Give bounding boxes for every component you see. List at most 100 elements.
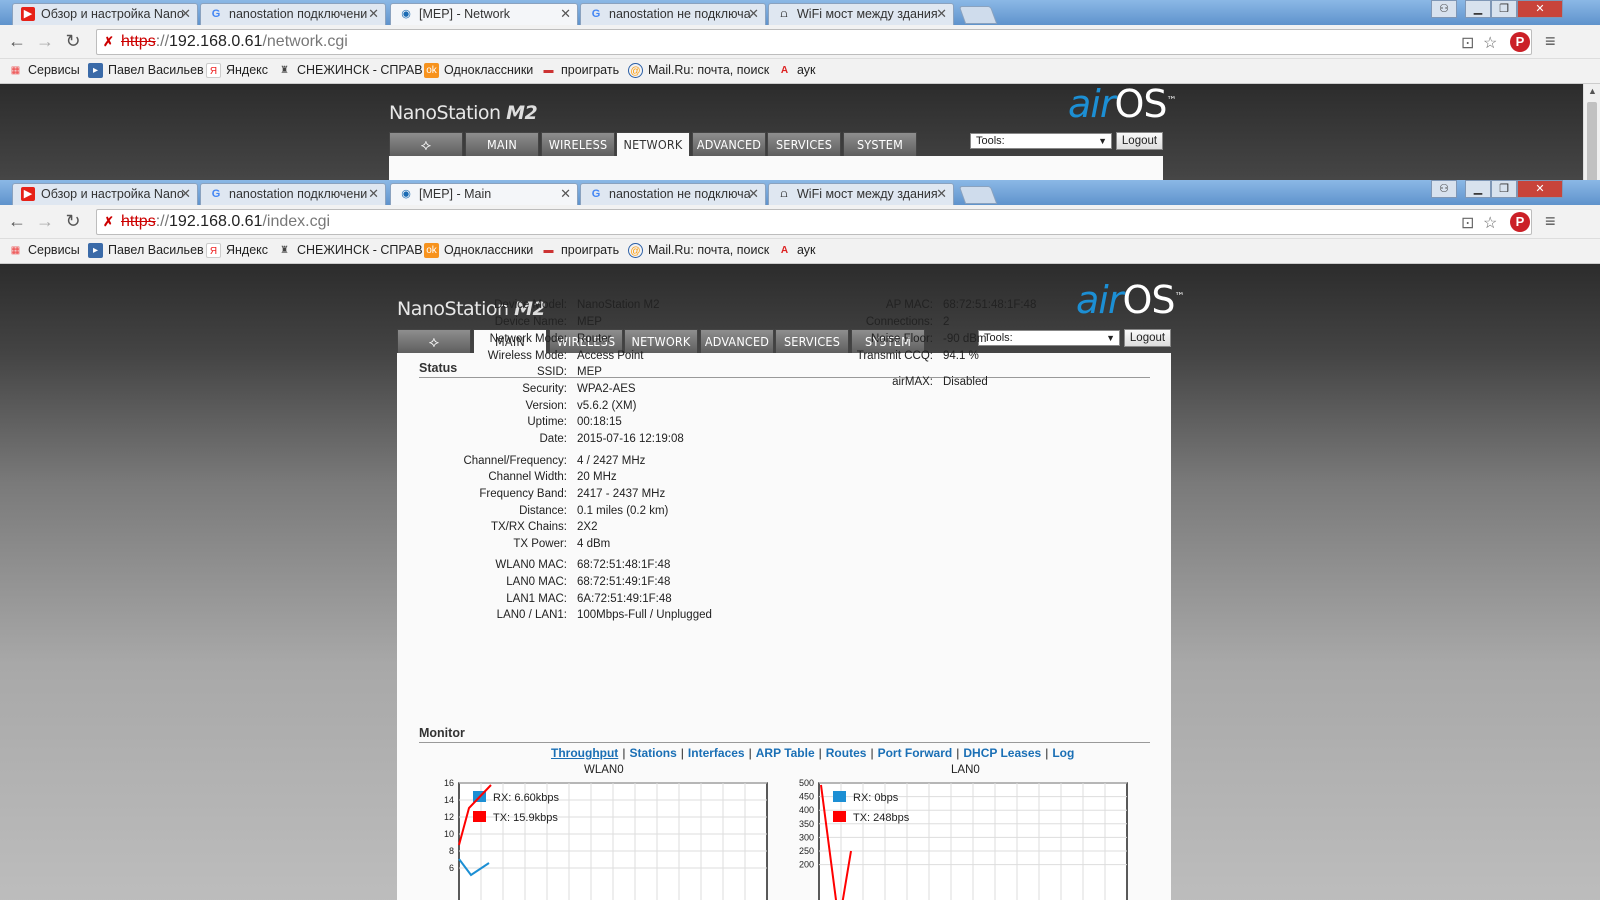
user-icon[interactable]: ⚇ xyxy=(1431,180,1457,198)
bookmarks-bar: ▦ Сервисы ▸ Павел Васильев Я Яндекс ♜ СНЕЖИН… xyxy=(0,239,1600,264)
browser-tab-google-1[interactable]: G nanostation подключени ✕ xyxy=(200,183,386,205)
bookmark-auk[interactable]: Aаук xyxy=(777,63,816,77)
pinterest-icon[interactable]: P xyxy=(1510,32,1530,52)
yandex-icon: Я xyxy=(206,63,221,78)
close-icon[interactable]: ✕ xyxy=(748,6,759,22)
bookmark-odnoklassniki[interactable]: ok Одноклассники xyxy=(424,63,533,78)
menu-icon[interactable]: ≡ xyxy=(1545,31,1556,52)
browser-tab-youtube[interactable]: ▶ Обзор и настройка Nano ✕ xyxy=(12,3,198,25)
airos-page-main: NanoStation M2 airOS™ ⟡ MAIN WIRELESS NE… xyxy=(0,264,1600,900)
airos-logo: airOS™ xyxy=(1068,82,1177,126)
star-icon[interactable]: ☆ xyxy=(1483,33,1497,53)
browser-tab-wifi-bridge[interactable]: ⩍ WiFi мост между здания ✕ xyxy=(768,183,954,205)
close-icon[interactable]: ✕ xyxy=(180,6,191,22)
page-scrollbar[interactable]: ▲ xyxy=(1583,84,1600,180)
monitor-link-log[interactable]: Log xyxy=(1052,746,1074,760)
restore-icon[interactable]: ❐ xyxy=(1491,180,1517,198)
bookmark-yandex[interactable]: Я Яндекс xyxy=(206,243,268,258)
status-label: TX Power: xyxy=(513,538,567,550)
monitor-link-dhcp-leases[interactable]: DHCP Leases xyxy=(963,746,1041,760)
minimize-icon[interactable]: ▁ xyxy=(1465,0,1491,18)
ubiquiti-logo-tab[interactable]: ⟡ xyxy=(389,132,463,156)
bookmark-mailru[interactable]: @ Mail.Ru: почта, поиск xyxy=(628,63,769,78)
nav-tab-network[interactable]: NETWORK xyxy=(616,132,690,158)
scroll-thumb[interactable] xyxy=(1587,102,1597,180)
monitor-link-throughput[interactable]: Throughput xyxy=(551,746,618,760)
tab-title: nanostation подключени xyxy=(229,187,368,201)
new-tab-button[interactable] xyxy=(958,6,998,24)
close-icon[interactable]: ✕ xyxy=(560,186,571,202)
back-icon[interactable]: ← xyxy=(6,31,28,52)
monitor-link-arp-table[interactable]: ARP Table xyxy=(756,746,815,760)
close-icon[interactable]: ✕ xyxy=(368,186,379,202)
back-icon[interactable]: ← xyxy=(6,211,28,232)
nav-tab-main[interactable]: MAIN xyxy=(465,132,539,156)
close-window-icon[interactable]: ✕ xyxy=(1517,0,1563,18)
bookmark-odnoklassniki[interactable]: ok Одноклассники xyxy=(424,243,533,258)
scroll-up-icon[interactable]: ▲ xyxy=(1588,86,1597,96)
link-separator: | xyxy=(956,746,960,760)
monitor-link-routes[interactable]: Routes xyxy=(826,746,867,760)
link-separator: | xyxy=(680,746,684,760)
bookmark-mailru[interactable]: @ Mail.Ru: почта, поиск xyxy=(628,243,769,258)
browser-tab-wifi-bridge[interactable]: ⩍ WiFi мост между здания ✕ xyxy=(768,3,954,25)
logout-button[interactable]: Logout xyxy=(1124,329,1171,347)
address-bar[interactable]: ✗ https://192.168.0.61/index.cgi ⊡ ☆ xyxy=(96,209,1532,235)
translate-icon[interactable]: ⊡ xyxy=(1461,213,1474,233)
nav-tab-system[interactable]: SYSTEM xyxy=(843,132,917,156)
bookmark-services[interactable]: ▦ Сервисы xyxy=(8,243,80,257)
status-label: LAN0 / LAN1: xyxy=(496,609,567,621)
close-icon[interactable]: ✕ xyxy=(936,6,947,22)
forward-icon[interactable]: → xyxy=(34,211,56,232)
new-tab-button[interactable] xyxy=(958,186,998,204)
nav-tab-advanced[interactable]: ADVANCED xyxy=(692,132,766,156)
restore-icon[interactable]: ❐ xyxy=(1491,0,1517,18)
pinterest-icon[interactable]: P xyxy=(1510,212,1530,232)
bookmark-game[interactable]: ▬ проиграть xyxy=(541,63,620,77)
close-icon[interactable]: ✕ xyxy=(180,186,191,202)
browser-tab-youtube[interactable]: ▶ Обзор и настройка Nano ✕ xyxy=(12,183,198,205)
browser-tab-google-2[interactable]: G nanostation не подключа ✕ xyxy=(580,3,766,25)
tools-select[interactable]: Tools: ▼ xyxy=(970,133,1112,149)
translate-icon[interactable]: ⊡ xyxy=(1461,33,1474,53)
status-value: 94.1 % xyxy=(943,350,979,362)
browser-tab-main[interactable]: ◉ [MEP] - Main ✕ xyxy=(390,183,578,205)
status-value: NanoStation M2 xyxy=(577,299,660,311)
monitor-link-port-forward[interactable]: Port Forward xyxy=(878,746,953,760)
browser-window-main: ▶ Обзор и настройка Nano ✕ G nanostation… xyxy=(0,180,1600,900)
bookmark-yandex[interactable]: Я Яндекс xyxy=(206,63,268,78)
nav-tab-wireless[interactable]: WIRELESS xyxy=(541,132,615,156)
close-icon[interactable]: ✕ xyxy=(936,186,947,202)
menu-icon[interactable]: ≡ xyxy=(1545,211,1556,232)
nav-tab-services[interactable]: SERVICES xyxy=(767,132,841,156)
bookmark-snezhinsk[interactable]: ♜ СНЕЖИНСК - СПРАВ xyxy=(277,63,423,77)
monitor-link-stations[interactable]: Stations xyxy=(629,746,676,760)
bookmark-pavel[interactable]: ▸ Павел Васильев xyxy=(88,63,204,78)
bookmark-services[interactable]: ▦ Сервисы xyxy=(8,63,80,77)
browser-tab-google-1[interactable]: G nanostation подключени ✕ xyxy=(200,3,386,25)
browser-tab-google-2[interactable]: G nanostation не подключа ✕ xyxy=(580,183,766,205)
logout-button[interactable]: Logout xyxy=(1116,132,1163,150)
google-icon: G xyxy=(591,188,601,200)
minimize-icon[interactable]: ▁ xyxy=(1465,180,1491,198)
close-window-icon[interactable]: ✕ xyxy=(1517,180,1563,198)
bookmark-pavel[interactable]: ▸ Павел Васильев xyxy=(88,243,204,258)
bookmark-snezhinsk[interactable]: ♜ СНЕЖИНСК - СПРАВ xyxy=(277,243,423,257)
wlan0-throughput-chart: 16 14 12 10 8 6 RX: 6.60kbps TX: 15.9kbps xyxy=(444,778,768,900)
reload-icon[interactable]: ↻ xyxy=(62,211,84,232)
monitor-link-interfaces[interactable]: Interfaces xyxy=(688,746,745,760)
reload-icon[interactable]: ↻ xyxy=(62,31,84,52)
bookmark-auk[interactable]: Aаук xyxy=(777,243,816,257)
close-icon[interactable]: ✕ xyxy=(560,6,571,22)
close-icon[interactable]: ✕ xyxy=(368,6,379,22)
star-icon[interactable]: ☆ xyxy=(1483,213,1497,233)
tools-select[interactable]: Tools: ▼ xyxy=(978,330,1120,346)
bookmark-game[interactable]: ▬ проиграть xyxy=(541,243,620,257)
address-bar[interactable]: ✗ https://192.168.0.61/network.cgi ⊡ ☆ xyxy=(96,29,1532,55)
browser-tab-network[interactable]: ◉ [MEP] - Network ✕ xyxy=(390,3,578,25)
yandex-icon: Я xyxy=(206,243,221,258)
user-icon[interactable]: ⚇ xyxy=(1431,0,1457,18)
chevron-down-icon: ▼ xyxy=(1106,333,1115,343)
close-icon[interactable]: ✕ xyxy=(748,186,759,202)
forward-icon[interactable]: → xyxy=(34,31,56,52)
